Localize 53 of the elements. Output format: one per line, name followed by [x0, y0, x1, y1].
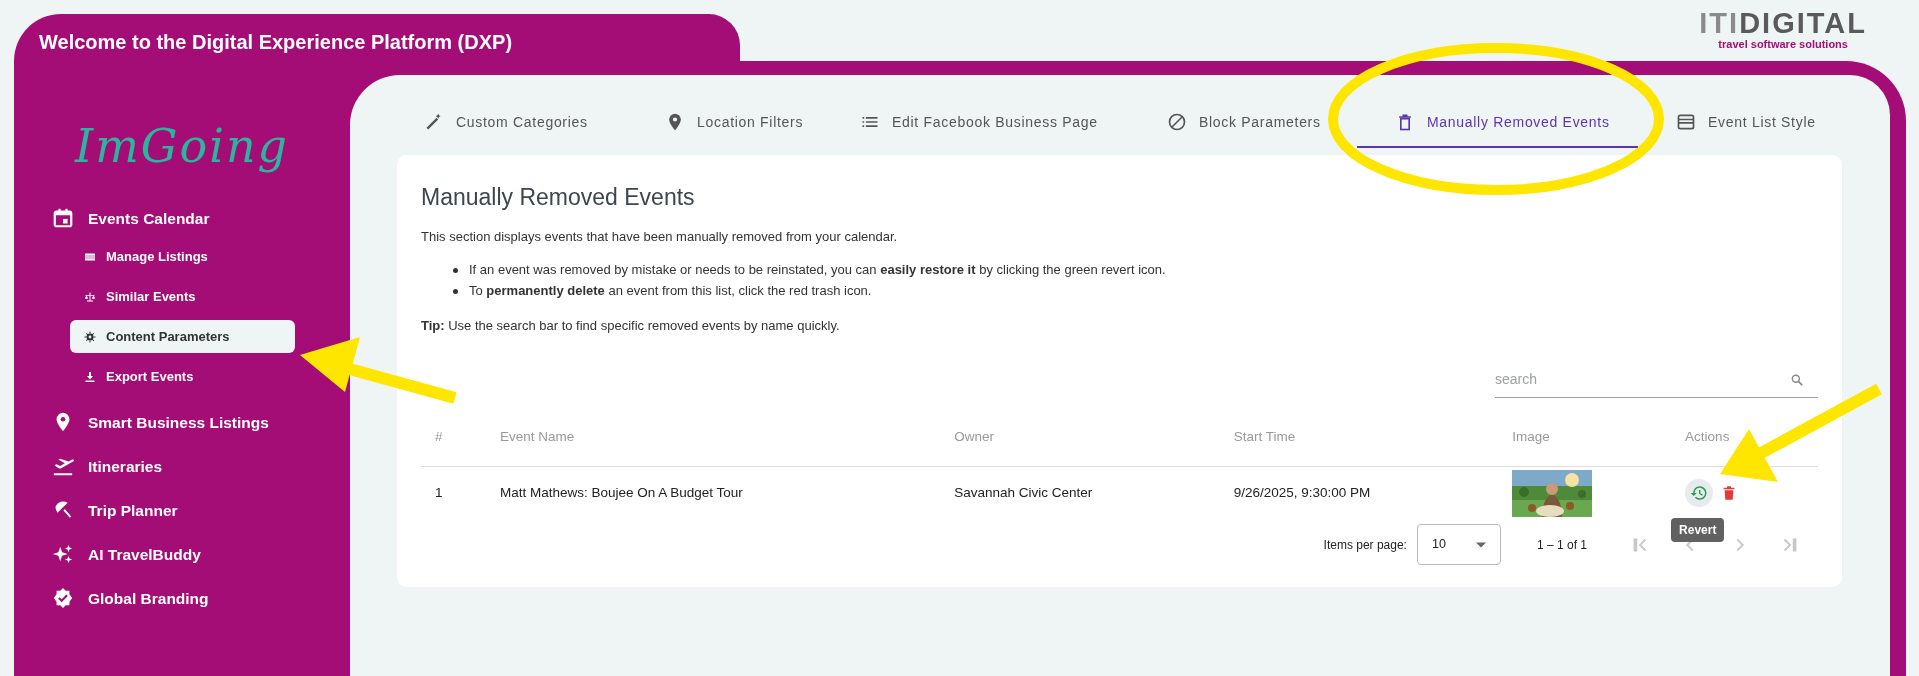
scale-icon — [84, 290, 96, 303]
column-header: Start Time — [1232, 408, 1512, 466]
sidebar-item[interactable]: Global Branding — [52, 576, 209, 621]
tab[interactable]: Event List Style — [1638, 98, 1878, 148]
page-range: 1 – 1 of 1 — [1536, 536, 1587, 554]
table-cell: 1 — [421, 466, 499, 520]
page-size-select[interactable]: 10 — [1416, 524, 1501, 565]
company-logo: ITI DIGITAL — [1699, 9, 1867, 38]
dropdown-caret-icon — [1475, 541, 1486, 548]
sidebar-subitem[interactable]: Content Parameters — [70, 320, 295, 354]
window-icon — [1676, 112, 1696, 132]
column-header: # — [421, 408, 499, 466]
table-cell: Matt Mathews: Boujee On A Budget Tour — [498, 466, 954, 520]
bullet-dot — [453, 288, 458, 294]
bullet-dot — [453, 267, 458, 273]
tab[interactable]: Block Parameters — [1129, 98, 1357, 148]
sparkles-icon — [52, 543, 74, 566]
verified-badge-icon — [52, 587, 74, 610]
brand-logo: ImGoing — [73, 119, 290, 175]
page-size-label: Items per page: — [1323, 536, 1407, 554]
sidebar-item[interactable]: Smart Business Listings — [52, 400, 269, 445]
page-title: Welcome to the Digital Experience Platform (DXP) — [39, 29, 513, 55]
search-field[interactable]: search — [1495, 369, 1790, 390]
column-header: Owner — [953, 408, 1233, 466]
tab[interactable]: Edit Facebook Business Page — [822, 98, 1129, 148]
tab[interactable]: Custom Categories — [386, 98, 627, 148]
download-icon — [84, 370, 96, 383]
block-icon — [1167, 112, 1187, 132]
sidebar-item[interactable]: AI TravelBuddy — [52, 532, 201, 577]
sidebar-item[interactable]: Itineraries — [52, 444, 163, 489]
column-header: Image — [1511, 408, 1685, 466]
revert-button[interactable] — [1685, 479, 1714, 508]
section-title: Manually Removed Events — [421, 183, 696, 211]
history-icon — [1690, 484, 1709, 503]
logo-tagline: travel software solutions — [1718, 39, 1848, 50]
sidebar-subitem[interactable]: Export Events — [70, 360, 208, 394]
table-cell: Savannah Civic Center — [953, 466, 1233, 520]
revert-tooltip: Revert — [1671, 518, 1725, 543]
sidebar-subitem[interactable]: Manage Listings — [70, 240, 222, 274]
search-icon[interactable] — [1790, 372, 1804, 387]
tip-text: Tip: Use the search bar to find specific removed events by name quickly. — [421, 317, 841, 335]
bullet-text: To permanently delete an event from this list, click the red trash icon. — [469, 282, 872, 300]
sidebar-subitem[interactable]: Similar Events — [70, 280, 210, 314]
sidebar-item[interactable]: Trip Planner — [52, 488, 178, 533]
settings-icon — [84, 330, 96, 343]
description-text: This section displays events that have been manually removed from your calendar. — [421, 228, 899, 246]
table-cell: 9/26/2025, 9:30:00 PM — [1232, 466, 1512, 520]
tab[interactable]: Manually Removed Events — [1357, 98, 1638, 148]
column-header: Event Name — [498, 408, 954, 466]
tab[interactable]: Location Filters — [627, 98, 822, 148]
sidebar-item[interactable]: Events Calendar — [52, 196, 210, 241]
calendar-icon — [52, 207, 74, 230]
bullet-text: If an event was removed by mistake or needs to be reinstated, you can easily restore it by clicking the green revert icon. — [469, 261, 1166, 279]
